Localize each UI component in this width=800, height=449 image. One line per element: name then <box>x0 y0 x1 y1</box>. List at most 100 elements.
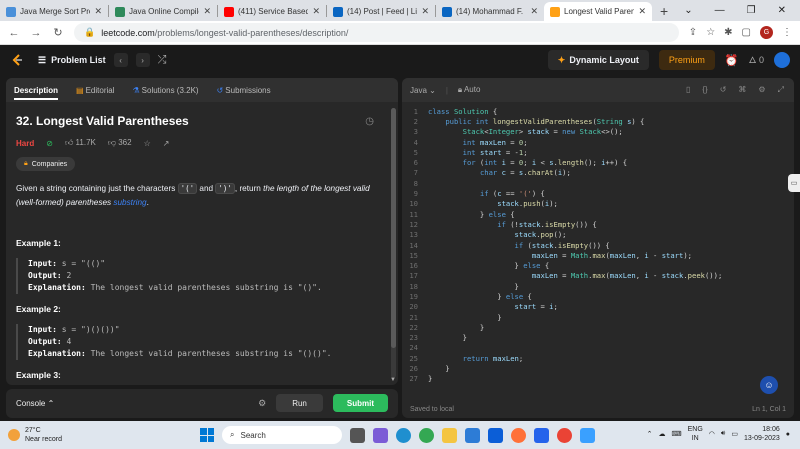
back-icon[interactable]: ← <box>8 27 20 39</box>
chrome-active-icon[interactable] <box>557 427 572 443</box>
close-tab-icon[interactable]: ✕ <box>94 6 102 17</box>
menu-icon[interactable]: ⋮ <box>782 27 792 38</box>
chrome-icon[interactable] <box>419 427 434 443</box>
volume-icon[interactable]: 🔊︎ <box>721 430 725 438</box>
debug-icon[interactable]: ⚙ <box>258 398 266 409</box>
url-field[interactable]: 🔒 leetcode.com/problems/longest-valid-pa… <box>74 23 679 42</box>
shuffle-icon[interactable]: ⤮ <box>158 54 167 67</box>
leetcode-logo-icon[interactable] <box>10 53 24 67</box>
dynamic-layout-button[interactable]: ✦ Dynamic Layout <box>547 50 649 70</box>
language-select[interactable]: Java ⌄ <box>410 86 436 95</box>
close-tab-icon[interactable]: ✕ <box>638 6 646 17</box>
timer-icon[interactable]: ◷ <box>365 116 374 127</box>
side-panel-toggle-icon[interactable]: ▭ <box>788 174 800 192</box>
firefox-icon[interactable] <box>511 427 526 443</box>
statement-end: . <box>146 198 149 207</box>
windows-start-icon[interactable] <box>200 428 214 442</box>
forward-icon[interactable]: → <box>30 27 42 39</box>
tray-chevron-icon[interactable]: ⌃ <box>647 430 653 438</box>
tab-description[interactable]: Description <box>14 86 59 100</box>
shortcut-icon[interactable]: ⌘ <box>738 85 746 95</box>
tab-editorial[interactable]: ▤ Editorial <box>76 86 114 95</box>
cloud-icon[interactable]: ☁ <box>659 430 666 438</box>
browser-tab[interactable]: Java Merge Sort Progr ✕ <box>0 2 108 21</box>
file-explorer-icon[interactable] <box>442 427 457 443</box>
close-tab-icon[interactable]: ✕ <box>312 6 320 17</box>
edge-icon[interactable] <box>396 427 411 443</box>
bookmark-icon[interactable]: ▯ <box>686 85 690 95</box>
browser-tab[interactable]: (411) Service Based to✕ <box>218 2 326 21</box>
saved-status: Saved to local <box>410 405 454 413</box>
browser-tab[interactable]: Longest Valid Parenthe✕ <box>544 2 652 21</box>
code-area[interactable]: 1 class Solution { 2 public int longestVa… <box>402 102 794 388</box>
next-problem-button[interactable]: › <box>135 53 150 67</box>
close-window-button[interactable]: ✕ <box>778 5 786 16</box>
browser-tab[interactable]: (14) Post | Feed | Linke ✕ <box>327 2 435 21</box>
tab-solutions[interactable]: ⚗ Solutions (3.2K) <box>132 86 198 95</box>
run-button[interactable]: Run <box>276 394 323 412</box>
taskbar-search[interactable]: ⌕ Search <box>222 426 342 444</box>
reset-icon[interactable]: ↺ <box>720 85 727 95</box>
store-icon[interactable] <box>465 427 480 443</box>
minimize-button[interactable]: — <box>715 5 725 16</box>
keyboard-icon[interactable]: ⌨ <box>672 430 682 438</box>
submit-button[interactable]: Submit <box>332 394 388 412</box>
scroll-down-icon[interactable]: ▼ <box>390 377 396 383</box>
browser-tab[interactable]: Java Online Compiler ✕ <box>109 2 217 21</box>
alarm-icon[interactable]: ⏰ <box>725 54 739 67</box>
code-line: 27} <box>409 374 433 384</box>
streak-counter[interactable]: 🜂 0 <box>749 51 764 69</box>
problem-list-label: Problem List <box>51 55 106 65</box>
maximize-button[interactable]: ❐ <box>747 5 756 16</box>
notepad-icon[interactable] <box>580 427 595 443</box>
premium-button[interactable]: Premium <box>658 50 715 70</box>
companies-tag[interactable]: 🔒︎ Companies <box>16 157 76 171</box>
sidebar-icon[interactable]: ▢ <box>742 27 751 38</box>
settings-icon[interactable]: ⚙ <box>758 85 765 95</box>
battery-icon[interactable]: ▭ <box>731 430 738 438</box>
console-toggle[interactable]: Console ⌃ <box>16 399 54 408</box>
lang-primary: ENG <box>687 426 703 433</box>
share-icon[interactable]: ⇪ <box>689 27 697 38</box>
time: 18:06 <box>762 426 780 433</box>
user-avatar[interactable] <box>774 52 790 68</box>
share-link-icon[interactable]: ↗ <box>163 139 170 148</box>
code-line: 17 maxLen = Math.max(maxLen, i - stack.p… <box>409 271 723 281</box>
autocomplete-mode[interactable]: 🔒︎ Auto <box>458 85 481 95</box>
profile-avatar[interactable]: G <box>760 26 773 39</box>
code-line: 26 } <box>409 364 450 374</box>
prev-problem-button[interactable]: ‹ <box>113 53 128 67</box>
description-scroll-thumb[interactable] <box>391 108 396 348</box>
weather-widget[interactable]: 27°C Near record <box>8 426 62 444</box>
expand-icon[interactable]: ⤢ <box>778 85 784 95</box>
extensions-icon[interactable]: ✱ <box>724 27 732 38</box>
taskbar-clock[interactable]: 18:06 13-09-2023 <box>744 425 780 443</box>
notification-icon[interactable]: ● <box>786 431 790 438</box>
browser-tab[interactable]: (14) Mohammad F. | L ✕ <box>436 2 544 21</box>
code-line: 9 if (c == '(') { <box>413 189 545 199</box>
close-tab-icon[interactable]: ✕ <box>203 6 211 17</box>
wifi-icon[interactable]: ◠ <box>709 430 715 438</box>
feedback-icon[interactable]: ☺ <box>760 376 778 394</box>
video-call-icon[interactable] <box>373 427 388 443</box>
code-line: 11 } else { <box>409 209 515 219</box>
new-tab-button[interactable]: + <box>660 3 668 19</box>
dislike-button[interactable]: 👎︎ 362 <box>108 138 132 148</box>
favorite-star-icon[interactable]: ☆ <box>144 139 151 148</box>
mail-icon[interactable] <box>488 427 503 443</box>
close-tab-icon[interactable]: ✕ <box>421 6 429 17</box>
reload-icon[interactable]: ↻ <box>52 26 64 39</box>
tab-search-icon[interactable]: ⌄ <box>684 5 692 16</box>
problem-list-button[interactable]: ☰ Problem List <box>38 55 106 66</box>
task-view-icon[interactable] <box>350 427 365 443</box>
language-indicator[interactable]: ENG IN <box>688 425 703 443</box>
tab-submissions[interactable]: ↺ Submissions <box>217 86 271 95</box>
code-line: 19 } else { <box>409 291 532 301</box>
close-tab-icon[interactable]: ✕ <box>530 6 538 17</box>
braces-icon[interactable]: {} <box>702 85 707 95</box>
like-button[interactable]: 👍︎ 11.7K <box>65 138 96 148</box>
app-icon[interactable] <box>534 427 549 443</box>
bookmark-star-icon[interactable]: ☆ <box>706 27 715 38</box>
console-label: Console <box>16 399 46 408</box>
substring-link[interactable]: substring <box>113 198 146 207</box>
